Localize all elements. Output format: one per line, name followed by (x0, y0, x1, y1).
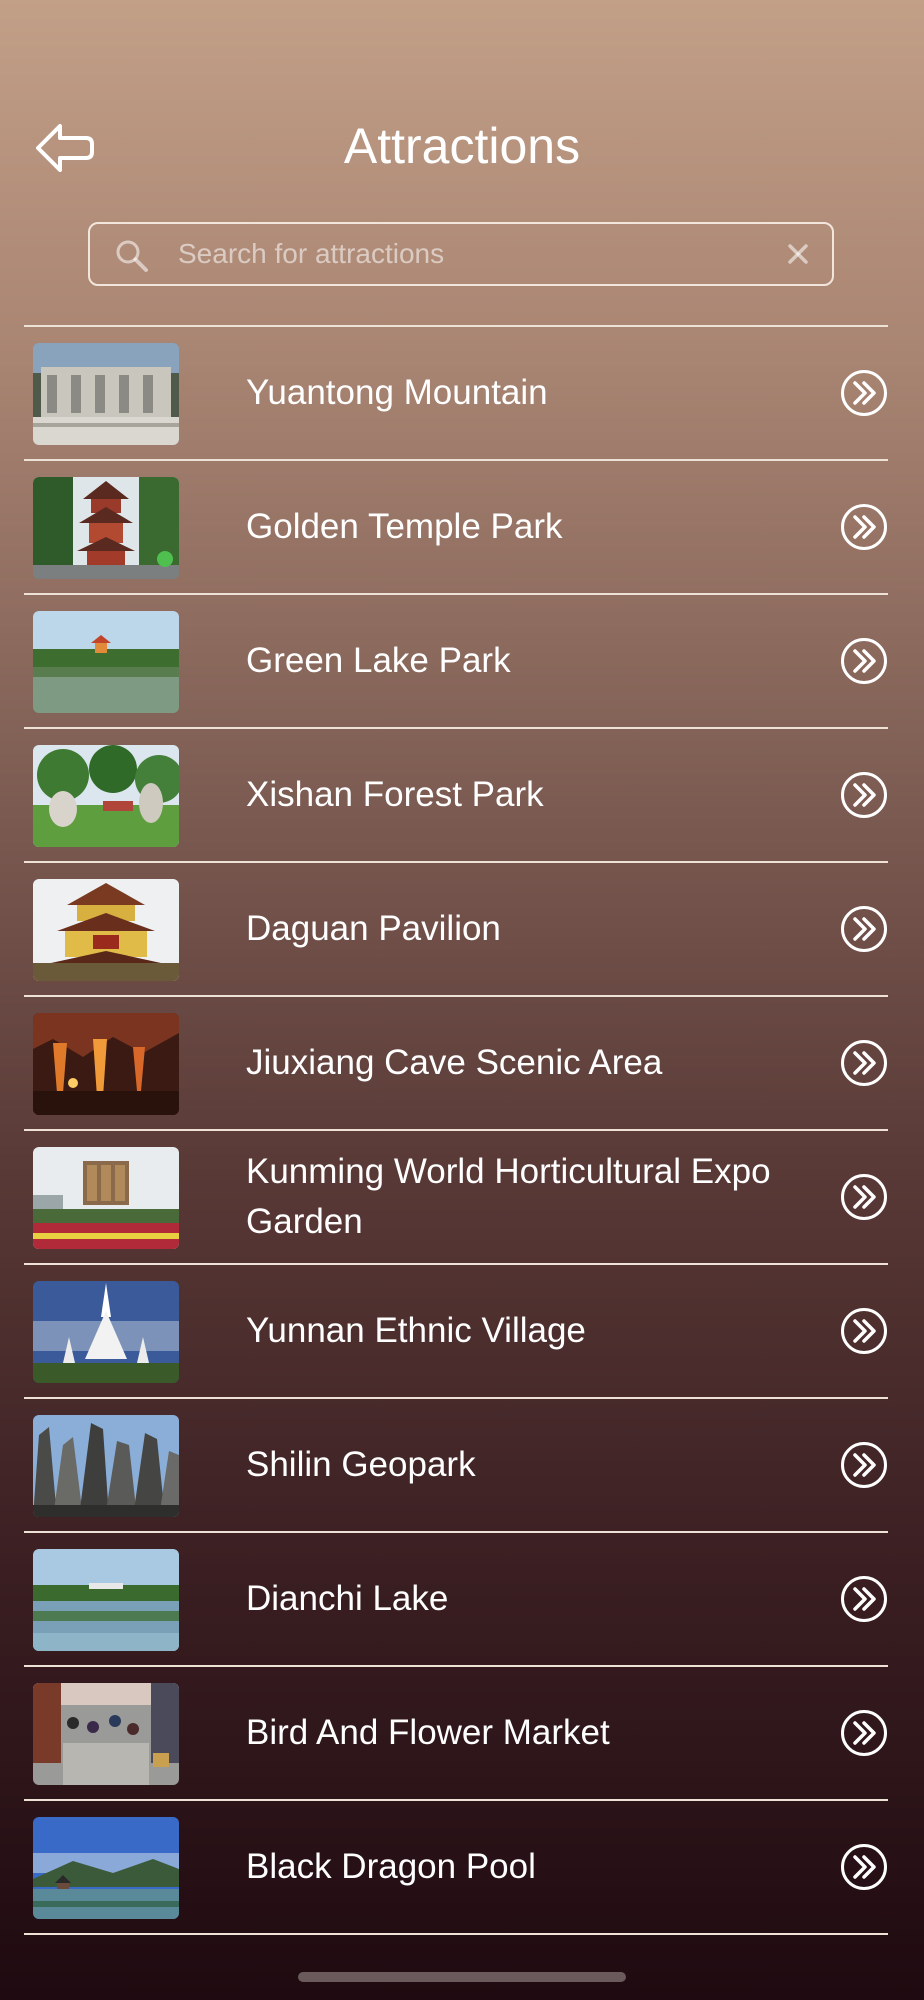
chevron-double-right-icon[interactable] (840, 1039, 888, 1087)
chevron-double-right-icon[interactable] (840, 637, 888, 685)
attraction-name: Jiuxiang Cave Scenic Area (246, 1043, 663, 1082)
list-item[interactable]: Black Dragon Pool (24, 1801, 888, 1935)
list-item[interactable]: Bird And Flower Market (24, 1667, 888, 1801)
thumbnail-image (33, 1683, 179, 1785)
search-input[interactable] (178, 224, 738, 284)
chevron-double-right-icon[interactable] (840, 1575, 888, 1623)
search-bar[interactable] (88, 222, 834, 286)
thumbnail-image (33, 1281, 179, 1383)
thumbnail-image (33, 1147, 179, 1249)
chevron-double-right-icon[interactable] (840, 771, 888, 819)
list-item[interactable]: Shilin Geopark (24, 1399, 888, 1533)
chevron-double-right-icon[interactable] (840, 503, 888, 551)
attraction-name: Dianchi Lake (246, 1579, 449, 1618)
list-item[interactable]: Dianchi Lake (24, 1533, 888, 1667)
list-item[interactable]: Kunming World Horticultural Expo Garden (24, 1131, 888, 1265)
thumbnail-image (33, 477, 179, 579)
attractions-list: Yuantong Mountain Golden Temple Park Gre… (24, 325, 888, 1935)
thumbnail-image (33, 1415, 179, 1517)
attraction-name: Green Lake Park (246, 641, 511, 680)
page-title: Attractions (343, 118, 581, 174)
list-item[interactable]: Yunnan Ethnic Village (24, 1265, 888, 1399)
list-item[interactable]: Yuantong Mountain (24, 327, 888, 461)
thumbnail-image (33, 1817, 179, 1919)
chevron-double-right-icon[interactable] (840, 1843, 888, 1891)
thumbnail-image (33, 343, 179, 445)
thumbnail-image (33, 611, 179, 713)
list-item[interactable]: Golden Temple Park (24, 461, 888, 595)
attraction-name: Xishan Forest Park (246, 775, 544, 814)
search-icon (116, 240, 148, 272)
chevron-double-right-icon[interactable] (840, 1709, 888, 1757)
chevron-double-right-icon[interactable] (840, 1307, 888, 1355)
attraction-name: Kunming World Horticultural Expo Garden (246, 1152, 771, 1241)
attraction-name: Shilin Geopark (246, 1445, 476, 1484)
thumbnail-image (33, 879, 179, 981)
home-indicator[interactable] (298, 1972, 626, 1982)
attraction-name: Daguan Pavilion (246, 909, 501, 948)
thumbnail-image (33, 745, 179, 847)
attraction-name: Bird And Flower Market (246, 1713, 610, 1752)
header: Attractions (0, 0, 924, 210)
chevron-double-right-icon[interactable] (840, 1441, 888, 1489)
thumbnail-image (33, 1549, 179, 1651)
chevron-double-right-icon[interactable] (840, 905, 888, 953)
list-item[interactable]: Daguan Pavilion (24, 863, 888, 997)
attraction-name: Yunnan Ethnic Village (246, 1311, 586, 1350)
chevron-double-right-icon[interactable] (840, 1173, 888, 1221)
chevron-double-right-icon[interactable] (840, 369, 888, 417)
list-item[interactable]: Green Lake Park (24, 595, 888, 729)
attraction-name: Black Dragon Pool (246, 1847, 536, 1886)
list-item[interactable]: Jiuxiang Cave Scenic Area (24, 997, 888, 1131)
close-icon[interactable] (786, 242, 810, 266)
thumbnail-image (33, 1013, 179, 1115)
attraction-name: Yuantong Mountain (246, 373, 548, 412)
attraction-name: Golden Temple Park (246, 507, 563, 546)
list-item[interactable]: Xishan Forest Park (24, 729, 888, 863)
